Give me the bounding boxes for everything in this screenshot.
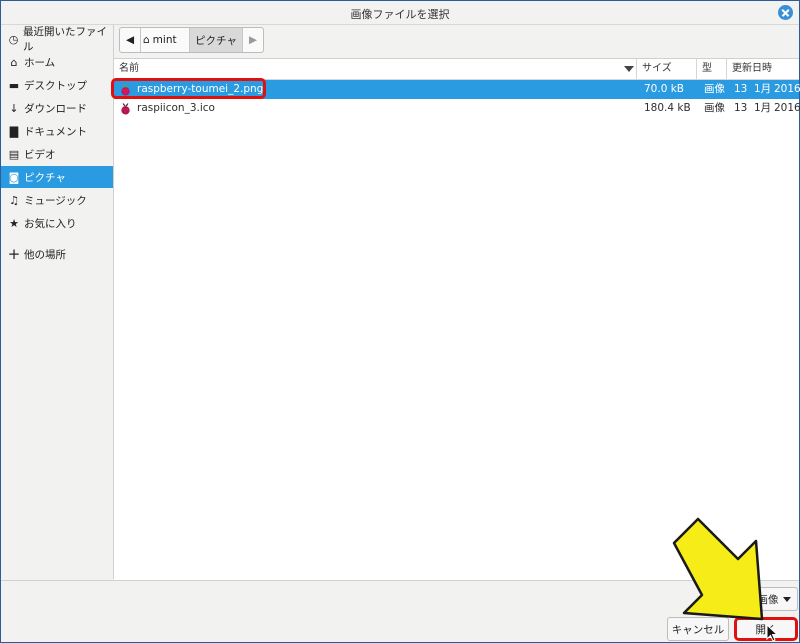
sidebar-item-label: ドキュメント	[24, 125, 87, 138]
file-row[interactable]: raspiicon_3.ico 180.4 kB 画像 13 1月 2016	[114, 99, 800, 118]
file-size: 180.4 kB	[644, 102, 691, 114]
column-header-row: 名前 サイズ 型 更新日時	[114, 59, 799, 80]
file-name: raspiicon_3.ico	[137, 102, 215, 114]
file-modified-day: 13	[734, 102, 748, 114]
places-sidebar: ◷ 最近開いたファイル ⌂ ホーム ▬ デスクトップ ↓ ダウンロード ▇ ドキ…	[1, 25, 114, 579]
video-icon: ▤	[8, 147, 20, 161]
sidebar-item-label: 他の場所	[24, 248, 66, 261]
file-modified-year: 2016	[774, 102, 800, 114]
sidebar-item-label: ホーム	[24, 56, 56, 69]
file-modified-day: 13	[734, 83, 748, 95]
mouse-cursor-icon	[766, 624, 779, 642]
path-segment-label: mint	[152, 34, 177, 46]
sidebar-item-label: お気に入り	[24, 217, 77, 230]
sidebar-item-videos[interactable]: ▤ ビデオ	[1, 143, 113, 165]
sidebar-item-downloads[interactable]: ↓ ダウンロード	[1, 97, 113, 119]
path-segment-label: ピクチャ	[195, 34, 237, 47]
path-forward-button[interactable]: ▶	[243, 28, 263, 52]
column-header-modified[interactable]: 更新日時	[726, 59, 799, 79]
file-row[interactable]: raspberry-toumei_2.png 70.0 kB 画像 13 1月 …	[111, 78, 800, 99]
dialog-title: 画像ファイルを選択	[350, 8, 450, 21]
file-size: 70.0 kB	[644, 83, 685, 95]
sidebar-item-label: デスクトップ	[24, 79, 87, 92]
column-header-name[interactable]: 名前	[114, 59, 636, 79]
sidebar-item-home[interactable]: ⌂ ホーム	[1, 51, 113, 73]
file-modified-month: 1月	[754, 102, 772, 114]
file-modified-month: 1月	[754, 83, 772, 95]
column-header-type[interactable]: 型	[696, 59, 726, 79]
file-type: 画像	[704, 102, 725, 114]
sidebar-item-label: ビデオ	[24, 148, 56, 161]
download-icon: ↓	[9, 101, 19, 115]
sidebar-item-other-locations[interactable]: + 他の場所	[1, 243, 113, 265]
sidebar-item-documents[interactable]: ▇ ドキュメント	[1, 120, 113, 142]
close-button[interactable]	[778, 5, 793, 20]
desktop-icon: ▬	[8, 78, 20, 92]
sidebar-item-music[interactable]: ♫ ミュージック	[1, 189, 113, 211]
sidebar-item-label: ダウンロード	[24, 102, 87, 115]
sidebar-item-desktop[interactable]: ▬ デスクトップ	[1, 74, 113, 96]
sort-down-icon	[624, 66, 634, 72]
title-bar: 画像ファイルを選択	[1, 1, 799, 25]
file-type: 画像	[704, 83, 725, 95]
sidebar-item-label: ミュージック	[24, 194, 87, 207]
sidebar-item-label: 最近開いたファイル	[23, 26, 108, 53]
pointer-arrow-annotation	[672, 517, 764, 621]
home-icon: ⌂	[143, 34, 150, 46]
sidebar-item-label: ピクチャ	[24, 171, 66, 184]
path-back-button[interactable]: ◀	[120, 28, 141, 52]
sidebar-item-recent[interactable]: ◷ 最近開いたファイル	[1, 26, 113, 53]
chevron-right-icon: ▶	[248, 34, 258, 46]
file-modified-year: 2016	[774, 83, 800, 95]
path-bar: ◀ ⌂ mint ピクチャ ▶	[119, 27, 264, 53]
camera-icon: ◙	[8, 170, 20, 184]
path-segment-home[interactable]: ⌂ mint	[141, 28, 190, 52]
plus-icon: +	[7, 245, 21, 263]
chevron-down-icon	[782, 596, 791, 602]
highlight-box	[111, 78, 266, 99]
column-header-size[interactable]: サイズ	[636, 59, 696, 79]
chevron-left-icon: ◀	[125, 34, 135, 46]
clock-icon: ◷	[8, 32, 19, 46]
music-icon: ♫	[9, 193, 19, 207]
file-list: 名前 サイズ 型 更新日時 raspberry-toumei_2.png 70.…	[111, 58, 800, 580]
raspberry-file-icon	[121, 102, 130, 115]
document-icon: ▇	[9, 124, 19, 138]
sidebar-item-favorites[interactable]: ★ お気に入り	[1, 212, 113, 234]
star-icon: ★	[9, 216, 19, 230]
home-icon: ⌂	[10, 55, 18, 69]
sidebar-item-pictures[interactable]: ◙ ピクチャ	[1, 166, 113, 188]
path-segment-pictures[interactable]: ピクチャ	[190, 28, 243, 52]
